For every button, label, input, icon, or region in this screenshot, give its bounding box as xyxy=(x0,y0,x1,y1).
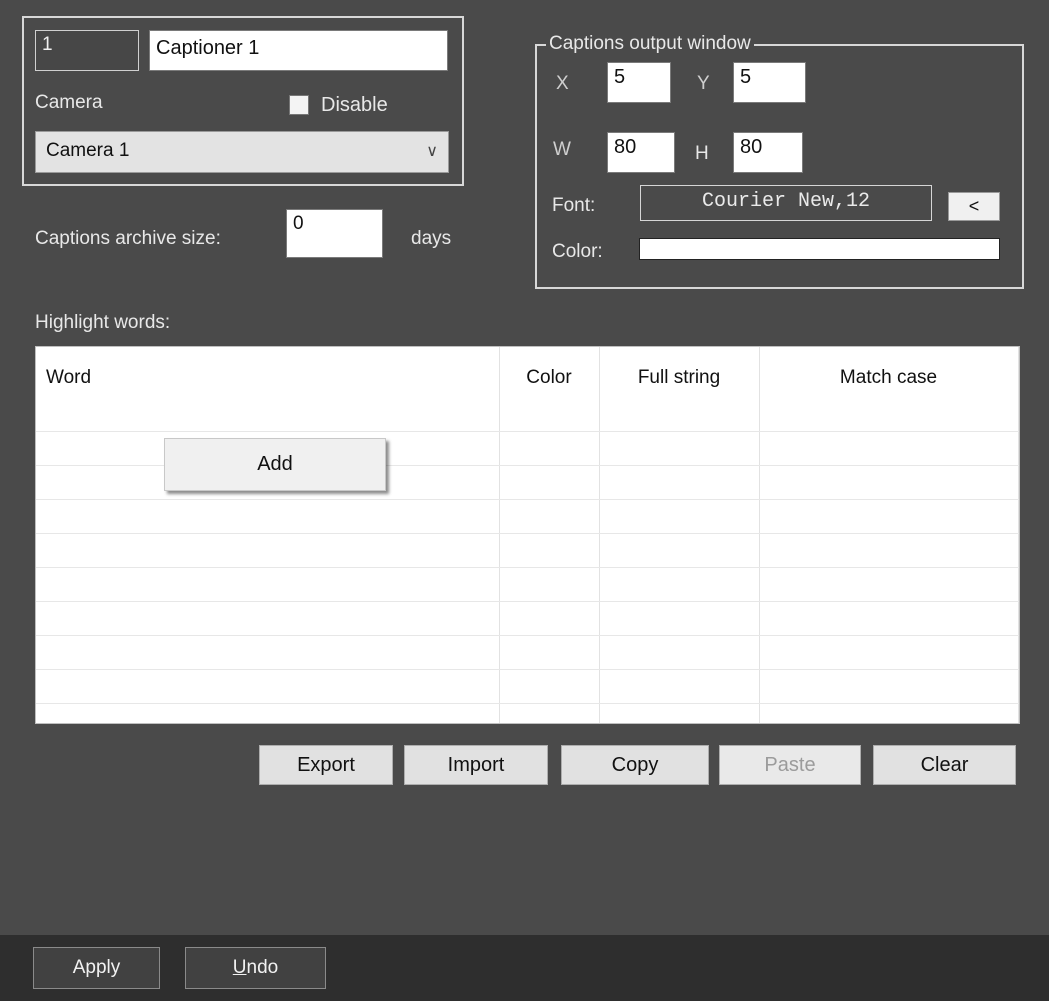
font-picker-button[interactable]: < xyxy=(948,192,1000,221)
captioner-id-field[interactable]: 1 xyxy=(35,30,139,71)
column-header-full-string[interactable]: Full string xyxy=(599,347,759,409)
disable-checkbox[interactable] xyxy=(289,95,309,115)
row-divider xyxy=(36,669,1019,670)
copy-button[interactable]: Copy xyxy=(561,745,709,785)
y-label: Y xyxy=(697,73,710,94)
camera-select-value: Camera 1 xyxy=(46,140,130,161)
column-header-word[interactable]: Word xyxy=(36,347,499,409)
row-divider xyxy=(36,567,1019,568)
output-window-title: Captions output window xyxy=(546,33,754,55)
disable-label: Disable xyxy=(321,94,388,116)
archive-size-input[interactable]: 0 xyxy=(286,209,383,258)
column-header-color[interactable]: Color xyxy=(499,347,599,409)
font-display: Courier New,12 xyxy=(640,185,932,221)
row-divider xyxy=(36,635,1019,636)
font-label: Font: xyxy=(552,195,596,216)
h-label: H xyxy=(695,143,709,164)
camera-select[interactable]: Camera 1 ∨ xyxy=(35,131,449,173)
undo-button[interactable]: Undo xyxy=(185,947,326,989)
h-input[interactable]: 80 xyxy=(733,132,803,173)
clear-button[interactable]: Clear xyxy=(873,745,1016,785)
add-menu-item[interactable]: Add xyxy=(164,438,386,491)
captioner-name-field[interactable]: Captioner 1 xyxy=(149,30,448,71)
undo-mnemonic: U xyxy=(232,957,247,978)
row-divider xyxy=(36,499,1019,500)
row-divider xyxy=(36,601,1019,602)
column-divider xyxy=(1018,347,1019,723)
column-header-match-case[interactable]: Match case xyxy=(759,347,1018,409)
color-swatch[interactable] xyxy=(639,238,1000,260)
y-input[interactable]: 5 xyxy=(733,62,806,103)
archive-days-label: days xyxy=(411,228,452,249)
color-label: Color: xyxy=(552,241,603,262)
w-label: W xyxy=(553,139,571,160)
highlight-words-label: Highlight words: xyxy=(35,312,171,333)
row-divider xyxy=(36,533,1019,534)
undo-label: ndo xyxy=(246,957,279,978)
w-input[interactable]: 80 xyxy=(607,132,675,173)
x-label: X xyxy=(556,73,569,94)
archive-size-label: Captions archive size: xyxy=(35,228,221,249)
export-button[interactable]: Export xyxy=(259,745,393,785)
row-divider xyxy=(36,703,1019,704)
paste-button[interactable]: Paste xyxy=(719,745,861,785)
x-input[interactable]: 5 xyxy=(607,62,671,103)
chevron-down-icon: ∨ xyxy=(426,143,438,160)
camera-label: Camera xyxy=(35,92,103,113)
row-divider xyxy=(36,431,1019,432)
apply-button[interactable]: Apply xyxy=(33,947,160,989)
highlight-words-table[interactable]: Word Color Full string Match case xyxy=(35,346,1020,724)
import-button[interactable]: Import xyxy=(404,745,548,785)
